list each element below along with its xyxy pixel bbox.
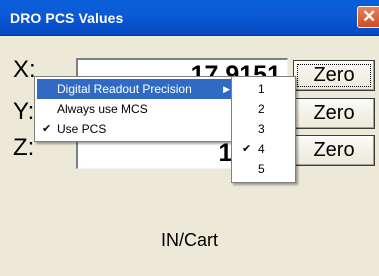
client-area: X: 17.9151 Zero Y: Zero Z: 15.16 Zero IN… — [0, 36, 379, 276]
x-axis-label: X: — [13, 56, 36, 83]
precision-option-3[interactable]: 3 — [234, 119, 293, 139]
zero-y-button[interactable]: Zero — [293, 98, 375, 129]
dro-pcs-window: DRO PCS Values ✕ X: 17.9151 Zero Y: Zero… — [0, 0, 379, 276]
zero-z-button[interactable]: Zero — [293, 135, 375, 166]
precision-option-1[interactable]: 1 — [234, 79, 293, 99]
zero-x-button[interactable]: Zero — [293, 60, 375, 91]
precision-option-4[interactable]: ✔ 4 — [234, 139, 293, 159]
menu-item-precision[interactable]: Digital Readout Precision ▶ — [37, 79, 236, 99]
check-icon: ✔ — [42, 123, 52, 135]
submenu-arrow-icon: ▶ — [223, 84, 230, 94]
precision-option-label: 3 — [258, 122, 265, 136]
check-icon: ✔ — [242, 143, 252, 155]
close-icon: ✕ — [362, 7, 377, 26]
coordinate-mode-label: IN/Cart — [160, 230, 218, 250]
title-bar[interactable]: DRO PCS Values ✕ — [0, 0, 379, 36]
precision-option-label: 2 — [258, 102, 265, 116]
z-axis-label: Z: — [13, 134, 35, 161]
precision-option-2[interactable]: 2 — [234, 99, 293, 119]
precision-option-5[interactable]: 5 — [234, 159, 293, 179]
menu-item-label: Always use MCS — [57, 102, 148, 116]
close-button[interactable]: ✕ — [357, 6, 379, 28]
window-title: DRO PCS Values — [10, 10, 124, 26]
menu-item-use-pcs[interactable]: ✔ Use PCS — [37, 119, 236, 139]
y-axis-label: Y: — [13, 98, 35, 125]
menu-item-label: Digital Readout Precision — [57, 82, 192, 96]
context-menu: Digital Readout Precision ▶ Always use M… — [34, 76, 239, 142]
precision-option-label: 5 — [258, 162, 265, 176]
menu-item-label: Use PCS — [57, 122, 107, 136]
menu-item-always-mcs[interactable]: Always use MCS — [37, 99, 236, 119]
precision-option-label: 4 — [258, 142, 265, 156]
precision-submenu: 1 2 3 ✔ 4 5 — [231, 76, 296, 183]
precision-option-label: 1 — [258, 82, 265, 96]
